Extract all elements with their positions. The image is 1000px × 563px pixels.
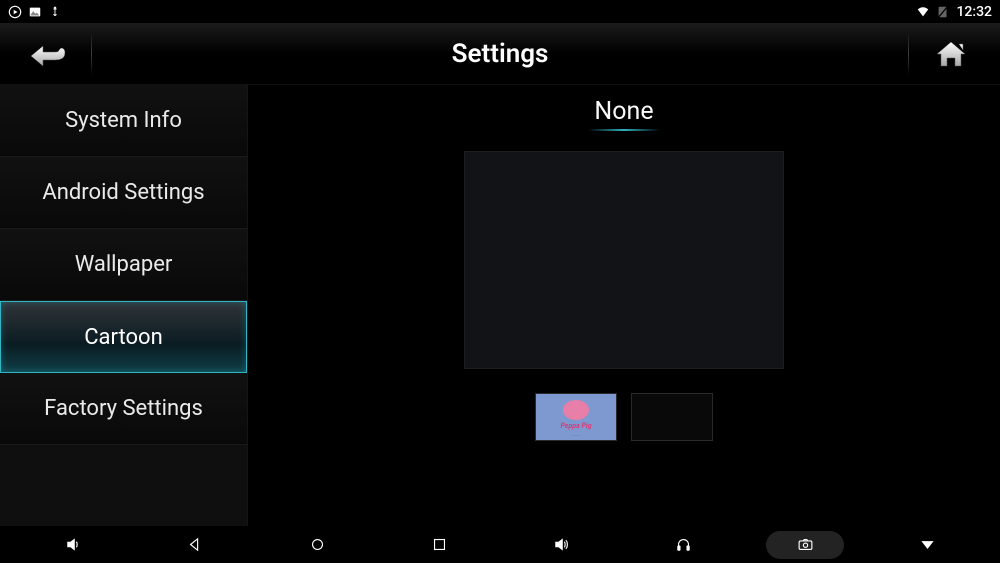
back-button[interactable]: [25, 34, 73, 74]
thumbnail-row: Peppa Pig — — —: [535, 393, 713, 441]
navbar: [0, 526, 1000, 563]
sidebar-item-label: Cartoon: [84, 325, 163, 350]
wifi-icon: [916, 5, 930, 19]
nav-home[interactable]: [278, 531, 356, 559]
thumbnail-peppa[interactable]: Peppa Pig — — —: [535, 393, 617, 441]
page-title: Settings: [452, 39, 549, 69]
preview-box: [464, 151, 784, 369]
sidebar-item-label: Factory Settings: [44, 396, 203, 421]
nav-back[interactable]: [156, 531, 234, 559]
sidebar-item-system-info[interactable]: System Info: [0, 85, 247, 157]
sidebar-item-factory-settings[interactable]: Factory Settings: [0, 373, 247, 445]
status-bar: 12:32: [0, 0, 1000, 23]
home-button[interactable]: [927, 34, 975, 74]
title-bar: Settings: [0, 23, 1000, 85]
sidebar-item-label: System Info: [65, 108, 182, 133]
nav-dropdown[interactable]: [888, 531, 966, 559]
sidebar-item-android-settings[interactable]: Android Settings: [0, 157, 247, 229]
selected-label: None: [594, 97, 653, 126]
divider: [908, 32, 909, 76]
sidebar-item-wallpaper[interactable]: Wallpaper: [0, 229, 247, 301]
clock: 12:32: [956, 4, 992, 20]
sidebar-item-label: Android Settings: [42, 180, 204, 205]
sidebar-item-cartoon[interactable]: Cartoon: [0, 301, 247, 373]
image-icon: [28, 5, 42, 19]
thumbnail-blank[interactable]: [631, 393, 713, 441]
nav-volume-right[interactable]: [522, 531, 600, 559]
nav-volume-left[interactable]: [34, 531, 112, 559]
play-circle-icon: [8, 5, 22, 19]
sim-none-icon: [936, 5, 950, 19]
sidebar-item-label: Wallpaper: [75, 252, 173, 277]
underline: [588, 129, 660, 131]
thumb-label: Peppa Pig: [536, 422, 616, 430]
sidebar: System Info Android Settings Wallpaper C…: [0, 85, 248, 526]
nav-recent[interactable]: [400, 531, 478, 559]
nav-headphones[interactable]: [644, 531, 722, 559]
usb-icon: [48, 5, 62, 19]
main: System Info Android Settings Wallpaper C…: [0, 85, 1000, 526]
divider: [91, 32, 92, 76]
content: None Peppa Pig — — —: [248, 85, 1000, 526]
nav-screenshot[interactable]: [766, 531, 844, 559]
